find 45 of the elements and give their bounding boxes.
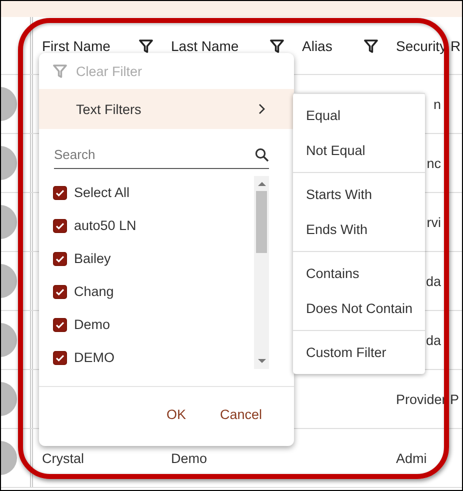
column-header[interactable]: Alias	[302, 38, 332, 54]
menu-item[interactable]: Not Equal	[293, 133, 425, 168]
filter-icon[interactable]	[270, 38, 284, 52]
column-header[interactable]: Security R	[396, 38, 461, 54]
filter-icon[interactable]	[364, 38, 378, 52]
menu-item[interactable]: Equal	[293, 98, 425, 133]
checkbox-label[interactable]: DEMO	[74, 350, 114, 365]
table-cell: rvi	[426, 214, 441, 230]
table-cell: Admi	[396, 450, 427, 466]
checkbox[interactable]	[53, 350, 67, 364]
scrollbar[interactable]	[254, 176, 269, 369]
text-filters-item[interactable]: Text Filters	[39, 89, 294, 129]
menu-item[interactable]: Contains	[293, 256, 425, 291]
filter-icon	[53, 64, 67, 78]
menu-item[interactable]: Custom Filter	[293, 335, 425, 370]
menu-item-label: Text Filters	[76, 102, 142, 116]
table-cell: da	[426, 274, 441, 288]
menu-item[interactable]: Does Not Contain	[293, 291, 425, 326]
checkbox[interactable]	[53, 218, 67, 232]
table-cell: da	[426, 332, 441, 348]
menu-item[interactable]: Ends With	[293, 212, 425, 247]
checkbox-label[interactable]: Demo	[74, 317, 110, 332]
column-header[interactable]: Last Name	[171, 38, 239, 54]
search-icon	[255, 148, 269, 162]
filter-icon[interactable]	[139, 38, 153, 52]
checkbox-label[interactable]: Bailey	[74, 251, 111, 266]
table-cell: n	[433, 96, 441, 112]
checkbox-label[interactable]: Chang	[74, 284, 114, 299]
checkbox[interactable]	[53, 252, 67, 266]
cancel-button[interactable]: Cancel	[210, 401, 272, 428]
menu-item[interactable]: Starts With	[293, 177, 425, 212]
checkbox[interactable]	[53, 186, 67, 200]
ok-button[interactable]: OK	[156, 401, 196, 428]
checkbox-label[interactable]: auto50 LN	[74, 218, 136, 233]
menu-item-label: Clear Filter	[76, 64, 142, 78]
checkbox[interactable]	[53, 284, 67, 298]
checkbox[interactable]	[53, 318, 67, 332]
table-cell: Provider P	[396, 392, 460, 406]
chevron-right-icon	[258, 103, 266, 115]
checkbox-label[interactable]: Select All	[74, 185, 130, 200]
table-cell: Crystal	[42, 450, 84, 466]
search-field[interactable]: Search	[54, 141, 269, 169]
table-cell: nc	[426, 156, 441, 170]
table-cell: Demo	[171, 450, 208, 466]
column-header[interactable]: First Name	[42, 38, 110, 54]
